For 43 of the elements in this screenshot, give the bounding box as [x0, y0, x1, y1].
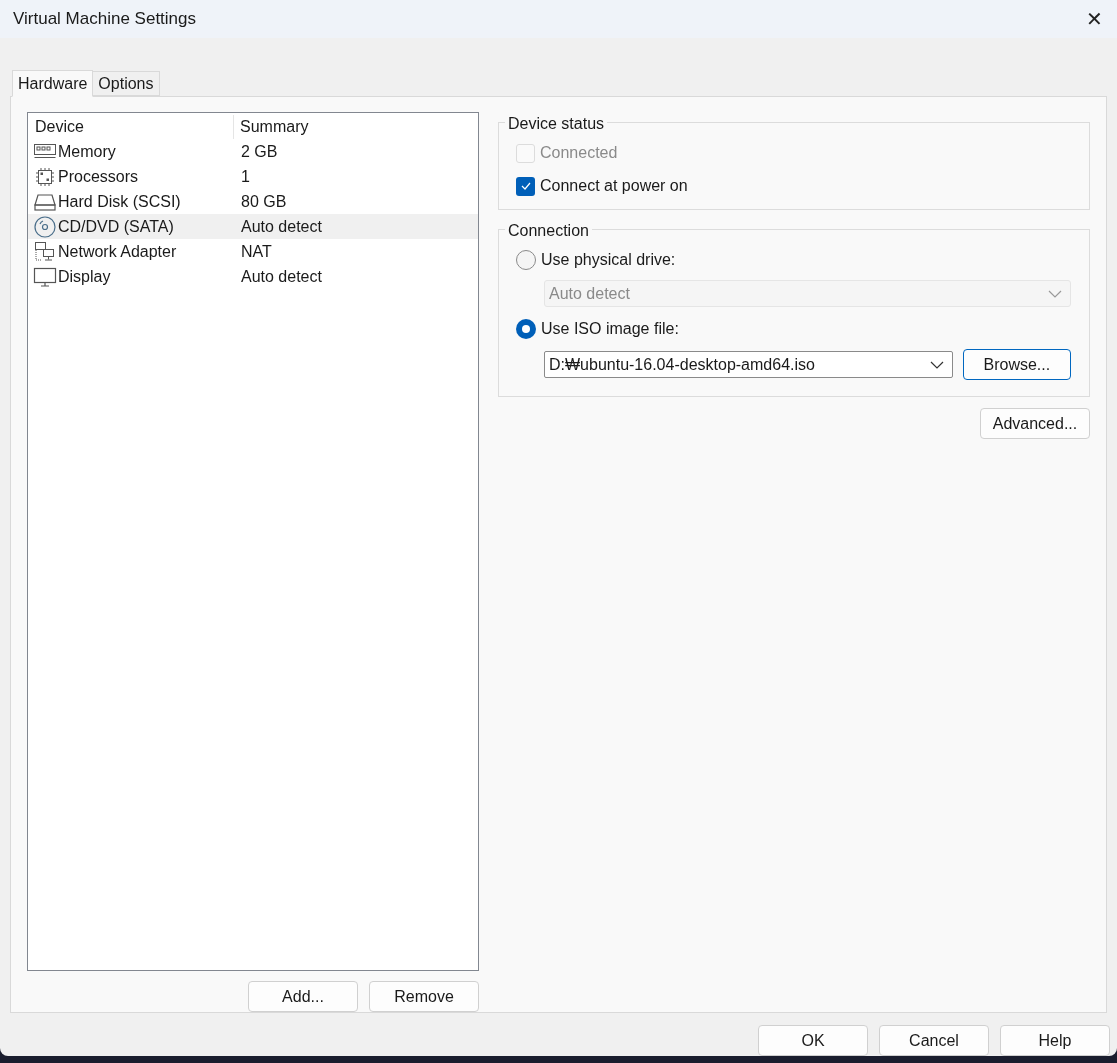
- button[interactable]: OK: [758, 1025, 868, 1056]
- chevron-down-icon: [929, 360, 944, 369]
- device-row[interactable]: Display Auto detect: [28, 264, 478, 289]
- device-name: CD/DVD (SATA): [58, 216, 174, 237]
- device-name: Network Adapter: [58, 241, 177, 262]
- device-summary: Auto detect: [240, 216, 322, 237]
- device-row[interactable]: CD/DVD (SATA) Auto detect: [28, 214, 478, 239]
- iso-path-combobox[interactable]: D:₩ubuntu-16.04-desktop-amd64.iso: [544, 351, 953, 378]
- tab[interactable]: Hardware: [12, 70, 94, 97]
- device-name: Display: [58, 266, 111, 287]
- close-button[interactable]: ✕: [1071, 0, 1117, 38]
- button[interactable]: Add...: [248, 981, 358, 1012]
- device-name: Hard Disk (SCSI): [58, 191, 181, 212]
- radio-button[interactable]: [516, 319, 536, 339]
- device-row[interactable]: Processors 1: [28, 164, 478, 189]
- chevron-down-icon: [1048, 289, 1062, 298]
- network-icon: [33, 239, 57, 264]
- device-summary: 1: [240, 166, 250, 187]
- device-row[interactable]: Network Adapter NAT: [28, 239, 478, 264]
- radio-label: Use physical drive:: [541, 250, 676, 270]
- checkbox-label: Connect at power on: [540, 176, 688, 196]
- device-summary: 80 GB: [240, 191, 287, 212]
- device-summary: Auto detect: [240, 266, 322, 287]
- button[interactable]: Browse...: [962, 349, 1071, 380]
- device-row[interactable]: Hard Disk (SCSI) 80 GB: [28, 189, 478, 214]
- button[interactable]: Remove: [369, 981, 479, 1012]
- checkbox-label: Connected: [540, 143, 618, 163]
- radio-label: Use ISO image file:: [541, 319, 679, 339]
- column-header[interactable]: Device: [28, 115, 234, 139]
- checkbox[interactable]: [516, 176, 535, 196]
- device-row[interactable]: Memory 2 GB: [28, 139, 478, 164]
- button[interactable]: Help: [1000, 1025, 1110, 1056]
- button[interactable]: Cancel: [879, 1025, 989, 1056]
- column-header[interactable]: Summary: [234, 115, 309, 139]
- button[interactable]: Advanced...: [980, 408, 1090, 439]
- check-icon: [520, 182, 531, 190]
- tab[interactable]: Options: [93, 71, 160, 96]
- device-summary: NAT: [240, 241, 272, 262]
- window-title: Virtual Machine Settings: [13, 8, 196, 31]
- cd-icon: [33, 214, 57, 239]
- device-name: Processors: [58, 166, 139, 187]
- device-name: Memory: [58, 141, 116, 162]
- device-summary: 2 GB: [240, 141, 278, 162]
